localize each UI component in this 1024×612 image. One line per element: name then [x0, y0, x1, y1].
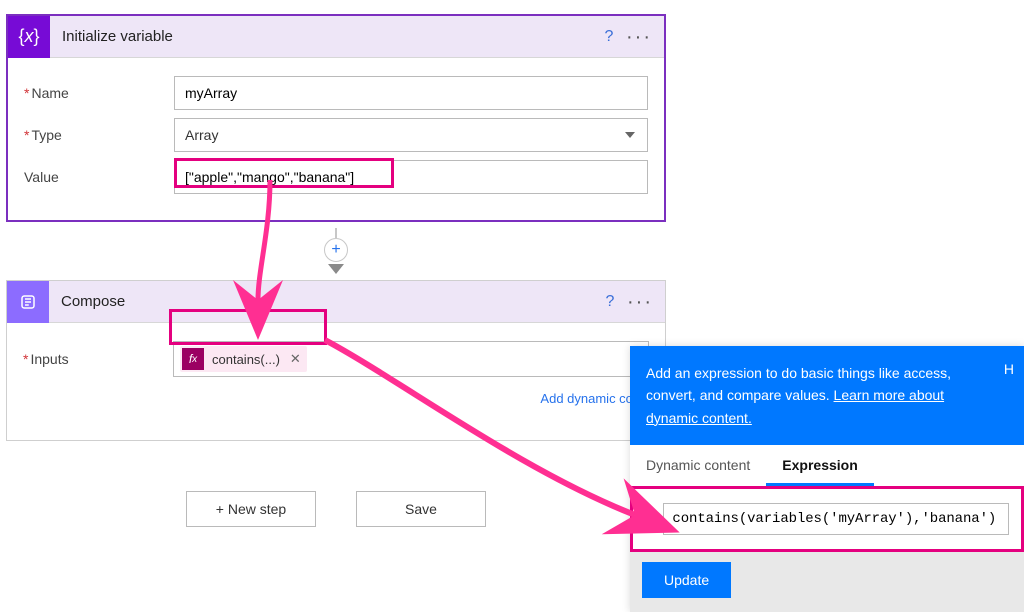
name-label: *Name [24, 85, 174, 101]
fx-icon: fx [182, 348, 204, 370]
add-step-icon[interactable]: + [324, 238, 348, 262]
compose-card: Compose ? ··· *Inputs fx contains(...) ✕… [6, 280, 666, 441]
tab-dynamic-content[interactable]: Dynamic content [630, 445, 766, 486]
inputs-field[interactable]: fx contains(...) ✕ [173, 341, 649, 377]
expression-tip: Add an expression to do basic things lik… [630, 346, 1024, 445]
help-icon[interactable]: ? [594, 28, 624, 46]
update-button[interactable]: Update [642, 562, 731, 598]
connector: + [6, 222, 666, 280]
initialize-variable-header[interactable]: {x} Initialize variable ? ··· [8, 16, 664, 58]
type-label: *Type [24, 127, 174, 143]
expression-input[interactable] [663, 503, 1009, 535]
save-button[interactable]: Save [356, 491, 486, 527]
fx-icon: fx [645, 509, 655, 529]
more-menu-icon[interactable]: ··· [624, 27, 654, 47]
type-select[interactable]: Array [174, 118, 648, 152]
expression-panel: Add an expression to do basic things lik… [630, 346, 1024, 612]
value-input[interactable] [174, 160, 648, 194]
variable-icon: {x} [8, 16, 50, 58]
annotation-highlight-expression: fx [630, 486, 1024, 552]
compose-title: Compose [49, 293, 595, 310]
new-step-button[interactable]: + New step [186, 491, 316, 527]
name-input[interactable] [174, 76, 648, 110]
value-label: Value [24, 169, 174, 185]
inputs-label: *Inputs [23, 351, 173, 367]
help-icon[interactable]: ? [595, 293, 625, 311]
footer-buttons: + New step Save [6, 491, 666, 527]
expression-token[interactable]: fx contains(...) ✕ [180, 346, 307, 372]
compose-header[interactable]: Compose ? ··· [7, 281, 665, 323]
compose-icon [7, 281, 49, 323]
tab-expression[interactable]: Expression [766, 445, 873, 486]
chevron-down-icon [328, 264, 344, 274]
initialize-variable-card: {x} Initialize variable ? ··· *Name *Typ… [6, 14, 666, 222]
initialize-variable-title: Initialize variable [50, 28, 594, 45]
remove-token-icon[interactable]: ✕ [290, 351, 301, 367]
more-menu-icon[interactable]: ··· [625, 292, 655, 312]
hide-tip-button[interactable]: H [1004, 358, 1014, 380]
